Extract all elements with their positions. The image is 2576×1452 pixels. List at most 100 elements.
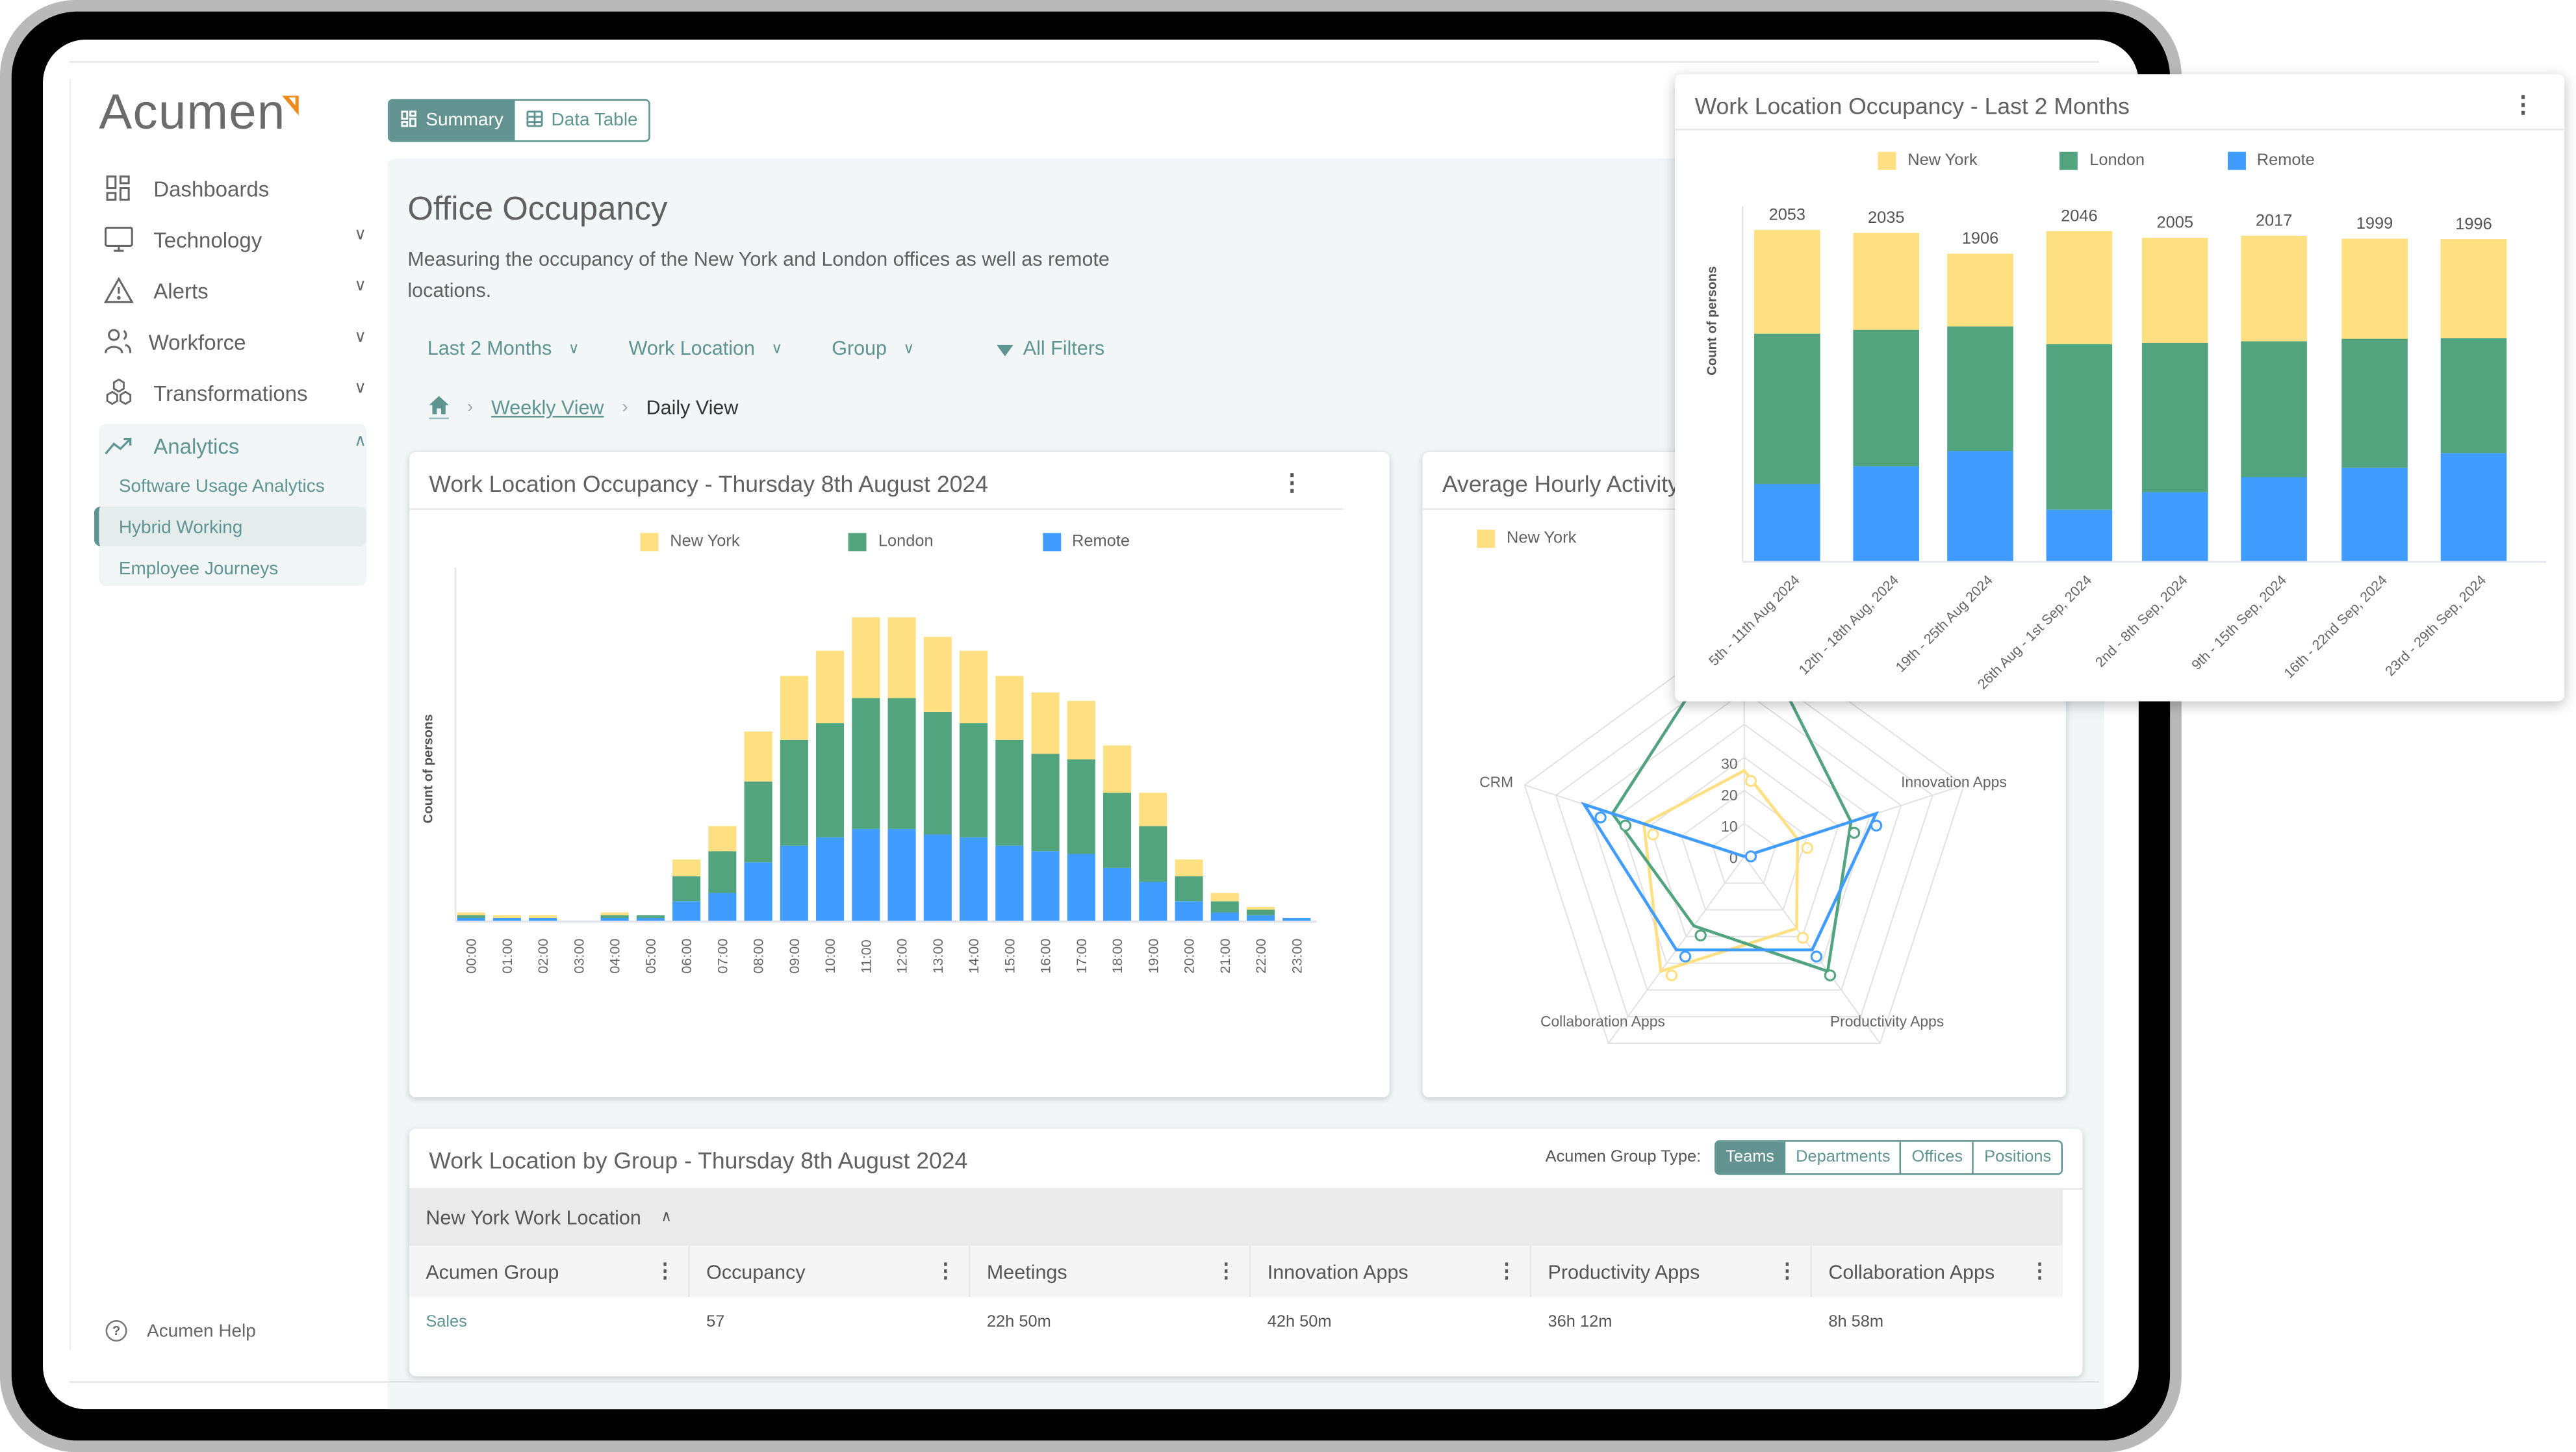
data-label-total: 1906 — [1962, 229, 1998, 248]
group-type-departments[interactable]: Departments — [1785, 1141, 1902, 1173]
sidebar-subitem-employee-journeys[interactable]: Employee Journeys — [119, 550, 278, 589]
help-link[interactable]: ? Acumen Help — [105, 1320, 256, 1342]
sidebar-item-alerts[interactable]: Alerts ∨ — [102, 271, 366, 311]
column-header[interactable]: Acumen Group ⋮ — [409, 1245, 690, 1297]
data-label-total: 2046 — [2061, 207, 2097, 225]
column-menu-icon[interactable]: ⋮ — [655, 1259, 674, 1282]
group-type-teams[interactable]: Teams — [1716, 1141, 1786, 1173]
bar-segment-london — [1103, 793, 1132, 868]
radar-point — [1665, 969, 1678, 982]
sidebar-subitem-software-usage[interactable]: Software Usage Analytics — [119, 467, 325, 507]
summary-button[interactable]: Summary — [389, 100, 515, 140]
legend-label: Remote — [1072, 533, 1130, 552]
column-menu-icon[interactable]: ⋮ — [1778, 1259, 1797, 1282]
bar-segment-london — [708, 851, 737, 893]
filter-label: Last 2 Months — [427, 337, 552, 360]
bar-segment-new-york — [852, 617, 880, 698]
column-header[interactable]: Innovation Apps ⋮ — [1251, 1245, 1532, 1297]
all-filters-button[interactable]: All Filters — [997, 337, 1104, 360]
sidebar-item-analytics[interactable]: Analytics ∧ — [102, 426, 366, 465]
bar-segment-london — [636, 915, 665, 919]
x-tick-label: 13:00 — [930, 939, 946, 974]
sidebar-item-label: Transformations — [153, 380, 308, 405]
legend-swatch — [640, 533, 659, 552]
bar-segment-new-york — [780, 676, 808, 740]
x-tick-label: 08:00 — [750, 939, 767, 974]
bar-segment-remote — [2440, 453, 2507, 561]
more-options-icon[interactable]: ⋮ — [1281, 470, 1304, 494]
data-label-total: 2017 — [2256, 212, 2292, 230]
data-table-button[interactable]: Data Table — [515, 100, 650, 140]
group-type-positions[interactable]: Positions — [1974, 1141, 2061, 1173]
bar-segment-new-york — [1175, 860, 1203, 876]
x-tick-label: 00:00 — [463, 939, 479, 974]
bar-segment-london — [887, 698, 916, 829]
radar-axis-label: Productivity Apps — [1830, 1013, 1944, 1030]
bar-segment-london — [672, 876, 701, 902]
dashboard-grid-icon — [102, 172, 135, 205]
bar-segment-new-york — [1210, 893, 1239, 902]
column-label: Innovation Apps — [1267, 1260, 1409, 1283]
column-menu-icon[interactable]: ⋮ — [936, 1259, 955, 1282]
bar-segment-new-york — [744, 731, 772, 782]
filter-funnel-icon — [997, 344, 1014, 356]
sidebar-subitem-hybrid-working[interactable]: Hybrid Working — [119, 508, 243, 548]
table-icon — [526, 110, 543, 131]
sidebar-item-dashboards[interactable]: Dashboards — [102, 168, 366, 208]
filter-work-location[interactable]: Work Location ∨ — [629, 337, 782, 360]
bar-segment-remote — [672, 901, 701, 921]
bar-segment-remote — [995, 845, 1024, 921]
legend-item-new-york[interactable]: New York — [640, 533, 740, 552]
x-tick-label: 17:00 — [1073, 939, 1090, 974]
column-header[interactable]: Collaboration Apps ⋮ — [1812, 1246, 2063, 1297]
bar-segment-london — [1210, 901, 1239, 913]
bar-segment-remote — [1210, 912, 1239, 921]
cell-group-link[interactable]: Sales — [409, 1297, 690, 1346]
legend-swatch — [848, 533, 867, 552]
x-tick-label: 07:00 — [714, 939, 730, 974]
hourly-occupancy-card: Work Location Occupancy - Thursday 8th A… — [409, 452, 1390, 1098]
x-tick-label: 16th - 22nd Sep, 2024 — [2280, 572, 2390, 681]
page-description: Measuring the occupancy of the New York … — [407, 248, 1110, 302]
bar-segment-new-york — [2046, 231, 2113, 344]
y-axis-title: Count of persons — [421, 714, 435, 823]
column-label: Productivity Apps — [1548, 1260, 1700, 1283]
radar-point — [1744, 850, 1757, 863]
breadcrumb-weekly-view[interactable]: Weekly View — [491, 396, 604, 420]
data-label-total: 2035 — [1868, 209, 1904, 227]
legend-item-remote[interactable]: Remote — [1042, 533, 1130, 552]
group-row-label: New York Work Location — [426, 1205, 641, 1229]
group-type-offices[interactable]: Offices — [1902, 1141, 1974, 1173]
legend-item-london[interactable]: London — [848, 533, 934, 552]
column-header[interactable]: Occupancy ⋮ — [690, 1245, 971, 1297]
column-header[interactable]: Meetings ⋮ — [971, 1245, 1251, 1297]
column-menu-icon[interactable]: ⋮ — [2030, 1259, 2049, 1282]
filter-group[interactable]: Group ∨ — [832, 337, 914, 360]
sidebar-item-transformations[interactable]: Transformations ∨ — [102, 373, 366, 413]
radar-point — [1801, 842, 1813, 854]
radar-point — [1796, 932, 1809, 944]
all-filters-label: All Filters — [1023, 337, 1105, 360]
column-menu-icon[interactable]: ⋮ — [1216, 1259, 1236, 1282]
bar-segment-london — [1754, 333, 1820, 484]
bar-segment-london — [1853, 329, 1920, 466]
filter-period[interactable]: Last 2 Months ∨ — [427, 337, 580, 360]
x-tick-label: 2nd - 8th Sep, 2024 — [2092, 572, 2191, 670]
table-group-row[interactable]: New York Work Location ∧ — [409, 1188, 2063, 1246]
breadcrumb-separator-icon: › — [622, 398, 628, 418]
bar-segment-london — [1175, 876, 1203, 902]
radar-point — [1647, 828, 1659, 841]
x-tick-label: 14:00 — [965, 939, 982, 974]
column-menu-icon[interactable]: ⋮ — [1497, 1259, 1516, 1282]
bar-segment-london — [816, 723, 845, 837]
sidebar-item-workforce[interactable]: Workforce ∨ — [102, 322, 366, 361]
stage: Acumen Dashboards Technology ∨ Alerts ∨ — [0, 0, 2576, 1452]
bar-segment-new-york — [2440, 239, 2507, 338]
home-icon[interactable] — [429, 396, 449, 420]
sidebar-item-technology[interactable]: Technology ∨ — [102, 220, 366, 259]
hourly-chart: Count of persons 00:00 01:00 02:00 03:00 04:0… — [421, 567, 1317, 974]
more-options-icon[interactable]: ⋮ — [2512, 92, 2535, 116]
bar-segment-remote — [923, 834, 952, 921]
radar-axis-label: Collaboration Apps — [1540, 1013, 1665, 1030]
column-header[interactable]: Productivity Apps ⋮ — [1531, 1245, 1812, 1297]
